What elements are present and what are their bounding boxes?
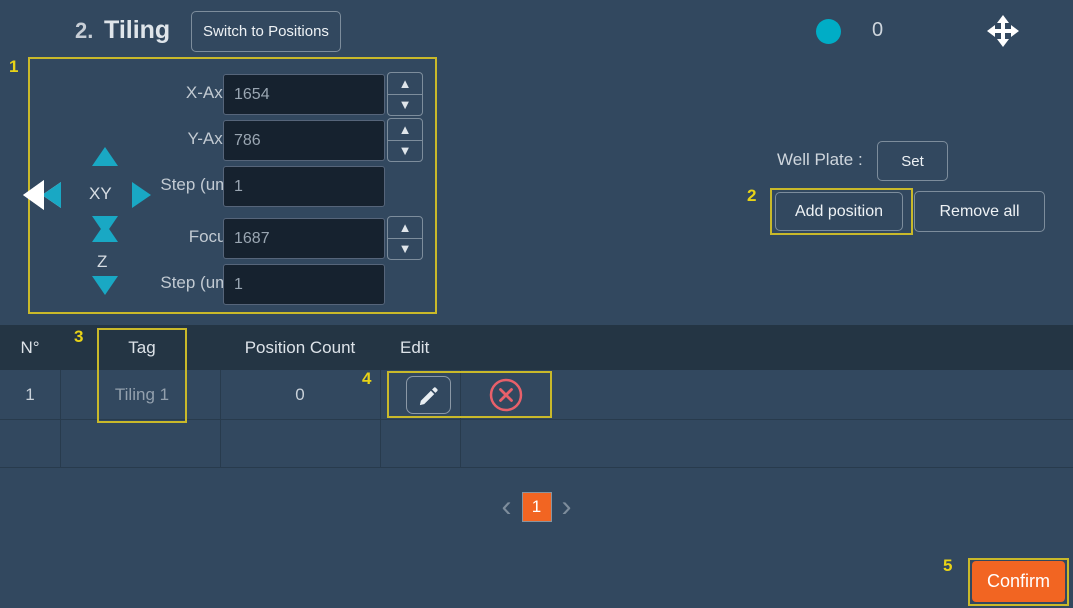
z-axis-label: Z	[97, 252, 108, 271]
x-axis-input[interactable]	[223, 74, 385, 115]
annotation-number-5: 5	[943, 556, 953, 575]
field-label-focus: Focus	[188, 227, 235, 246]
table-row[interactable]: 1 Tiling 1 0	[0, 370, 1073, 420]
annotation-number-4: 4	[362, 369, 372, 388]
col-divider	[380, 370, 381, 419]
pagination-prev-icon[interactable]: ‹	[502, 492, 512, 522]
switch-to-positions-button[interactable]: Switch to Positions	[191, 11, 341, 52]
annotation-number-3: 3	[74, 327, 84, 346]
focus-spinner[interactable]: ▲ ▼	[387, 216, 423, 260]
cell-row-number: 1	[25, 385, 35, 404]
move-cross-icon[interactable]	[986, 14, 1020, 48]
cell-delete[interactable]	[460, 370, 552, 420]
pencil-icon	[419, 386, 438, 405]
confirm-button[interactable]: Confirm	[972, 561, 1065, 602]
col-header-position-count: Position Count	[244, 337, 356, 357]
field-label-x-axis: X-Axis	[185, 83, 235, 102]
focus-input[interactable]	[223, 218, 385, 259]
set-well-plate-button[interactable]: Set	[877, 141, 948, 181]
step-number: 2.	[75, 18, 94, 43]
field-label-y-axis: Y-Axis	[187, 129, 235, 148]
edit-row-button[interactable]	[405, 376, 451, 414]
y-axis-spinner[interactable]: ▲ ▼	[387, 118, 423, 162]
status-indicator-dot	[816, 19, 841, 44]
x-axis-spinner-up-icon[interactable]: ▲	[388, 73, 422, 95]
col-divider	[380, 420, 381, 467]
col-divider	[60, 370, 61, 419]
x-axis-spinner[interactable]: ▲ ▼	[387, 72, 423, 116]
focus-spinner-down-icon[interactable]: ▼	[388, 239, 422, 260]
cell-edit[interactable]	[396, 370, 460, 420]
annotation-number-2: 2	[747, 186, 757, 205]
add-position-button[interactable]: Add position	[775, 192, 903, 231]
positions-table: N° Tag Position Count Edit 1 Tiling 1 0	[0, 325, 1073, 468]
remove-all-button[interactable]: Remove all	[914, 191, 1045, 232]
app-root: 2. Tiling Switch to Positions 0 XY Z X-A…	[0, 0, 1073, 608]
col-header-edit: Edit	[400, 337, 430, 357]
field-label-xy-step: Step (um)	[160, 175, 235, 194]
y-axis-spinner-up-icon[interactable]: ▲	[388, 119, 422, 141]
xy-arrow-up-icon[interactable]	[92, 147, 118, 166]
cell-position-count: 0	[295, 385, 305, 404]
focus-spinner-up-icon[interactable]: ▲	[388, 217, 422, 239]
pagination: ‹ 1 ›	[0, 492, 1073, 522]
field-label-z-step: Step (um)	[160, 273, 235, 292]
circle-x-icon[interactable]	[489, 378, 523, 412]
pagination-page-1[interactable]: 1	[521, 492, 552, 522]
stage-control-panel: XY Z X-Axis Y-Axis Step (um) Focus Step …	[23, 57, 437, 314]
table-row-empty	[0, 420, 1073, 468]
xy-arrow-left-icon[interactable]	[23, 180, 61, 210]
cell-tag: Tiling 1	[114, 385, 170, 404]
col-divider	[60, 420, 61, 467]
z-step-input[interactable]	[223, 264, 385, 305]
y-axis-spinner-down-icon[interactable]: ▼	[388, 141, 422, 162]
col-divider	[220, 420, 221, 467]
col-divider	[460, 420, 461, 467]
pagination-next-icon[interactable]: ›	[562, 492, 572, 522]
status-count: 0	[872, 19, 884, 41]
well-plate-label: Well Plate :	[777, 150, 863, 169]
y-axis-input[interactable]	[223, 120, 385, 161]
annotation-number-1: 1	[9, 57, 19, 76]
xy-step-input[interactable]	[223, 166, 385, 207]
table-header-row: N° Tag Position Count Edit	[0, 325, 1073, 370]
x-axis-spinner-down-icon[interactable]: ▼	[388, 95, 422, 116]
page-title: Tiling	[104, 16, 171, 44]
col-header-number: N°	[20, 337, 40, 357]
col-header-tag: Tag	[128, 337, 156, 357]
